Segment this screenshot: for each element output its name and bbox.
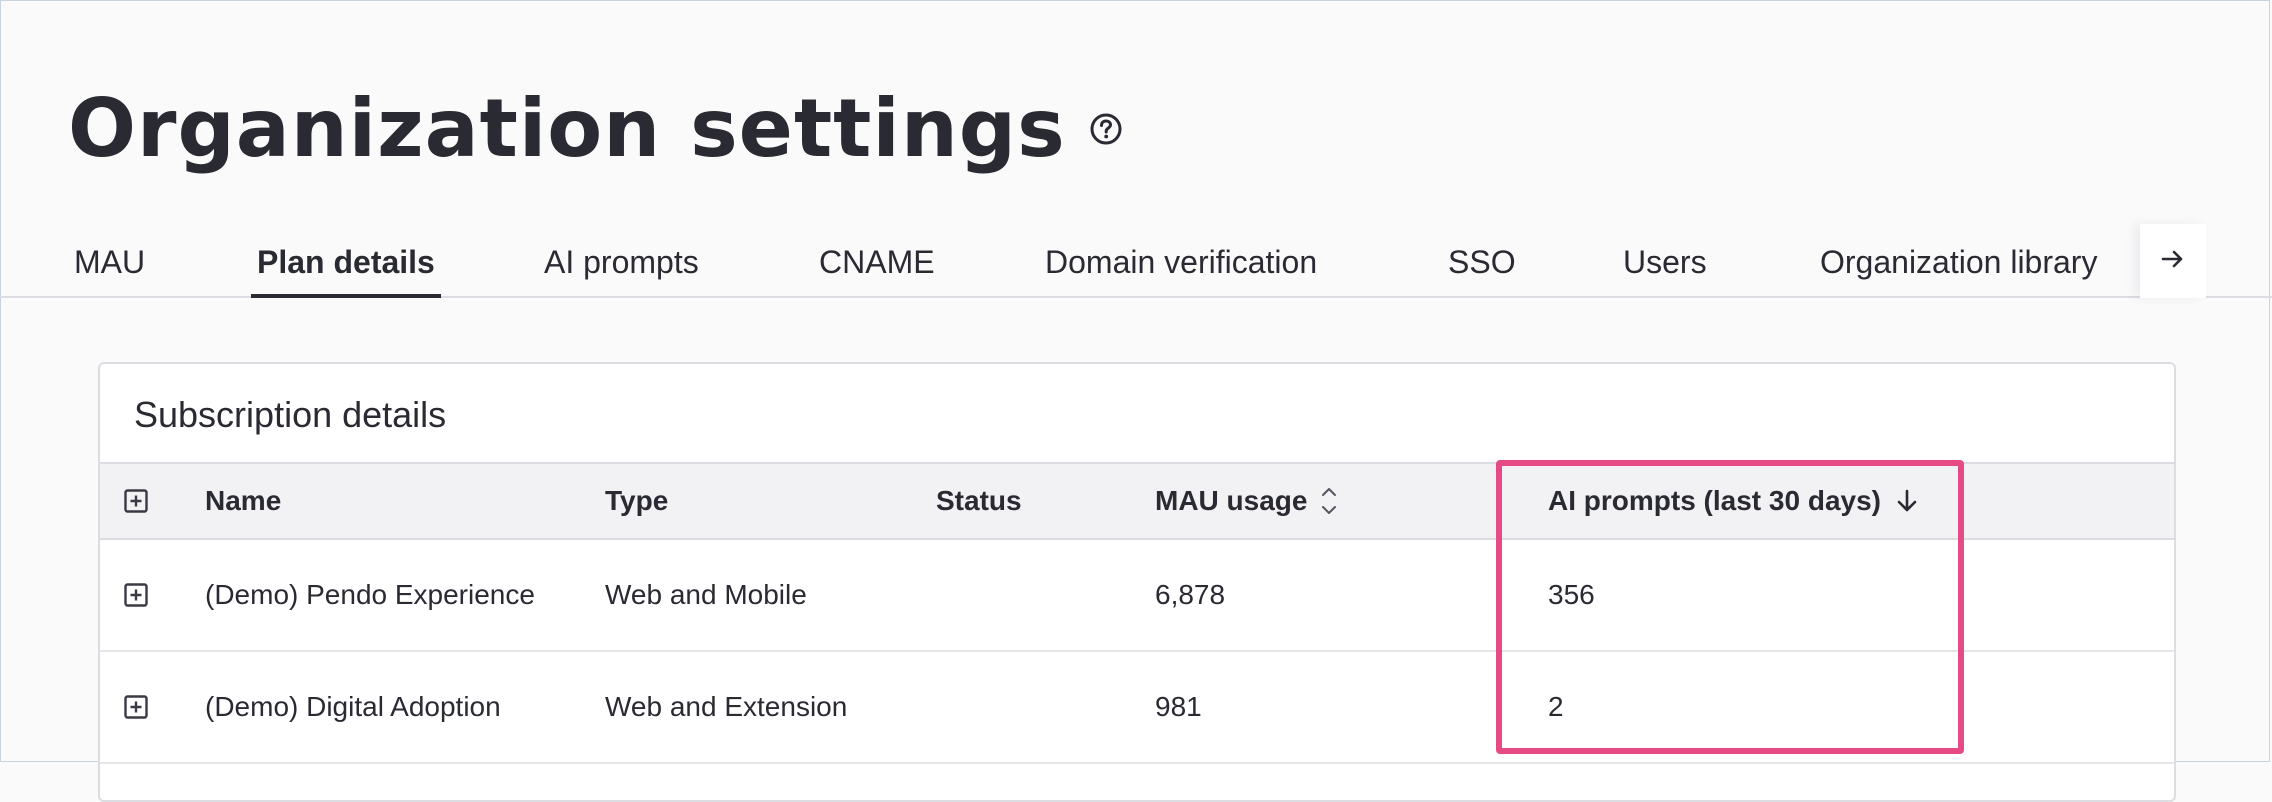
column-header-type[interactable]: Type xyxy=(605,464,668,538)
cell-type: Web and Mobile xyxy=(605,579,807,610)
cell-mau-usage: 6,878 xyxy=(1155,579,1226,610)
card-title: Subscription details xyxy=(134,394,447,435)
expand-row-icon[interactable] xyxy=(124,695,148,719)
question-circle-icon[interactable] xyxy=(1088,111,1124,147)
tab-cname[interactable]: CNAME xyxy=(813,230,941,298)
settings-tabs: MAU Plan details AI prompts CNAME Domain… xyxy=(0,230,2272,298)
expand-row-icon[interactable] xyxy=(124,583,148,607)
table-header: Name Type Status MAU usage AI prompts (l… xyxy=(100,462,2174,540)
cell-type: Web and Extension xyxy=(605,691,848,722)
tab-ai-prompts[interactable]: AI prompts xyxy=(538,230,705,298)
cell-mau-usage: 981 xyxy=(1155,691,1202,722)
tab-users[interactable]: Users xyxy=(1617,230,1713,298)
column-header-ai-prompts-label: AI prompts (last 30 days) xyxy=(1548,485,1881,516)
cell-ai-prompts: 356 xyxy=(1548,579,1595,610)
cell-name: (Demo) Pendo Experience xyxy=(205,579,535,610)
column-header-status[interactable]: Status xyxy=(936,464,1022,538)
tab-sso[interactable]: SSO xyxy=(1442,230,1522,298)
table-row[interactable]: (Demo) Digital Adoption Web and Extensio… xyxy=(100,652,2174,764)
tab-mau[interactable]: MAU xyxy=(68,230,151,298)
tabs-scroll-right-button[interactable] xyxy=(2140,224,2206,298)
column-header-ai-prompts[interactable]: AI prompts (last 30 days) xyxy=(1548,464,1919,538)
table-row[interactable]: (Demo) Pendo Experience Web and Mobile 6… xyxy=(100,540,2174,652)
page-header: Organization settings xyxy=(68,82,1124,175)
cell-ai-prompts: 2 xyxy=(1548,691,1564,722)
arrow-right-icon xyxy=(2160,246,2186,277)
column-header-name[interactable]: Name xyxy=(205,464,281,538)
cell-name: (Demo) Digital Adoption xyxy=(205,691,501,722)
column-header-mau-usage[interactable]: MAU usage xyxy=(1155,464,1337,538)
tab-domain-verification[interactable]: Domain verification xyxy=(1039,230,1323,298)
tab-plan-details[interactable]: Plan details xyxy=(251,230,441,298)
sort-descending-icon[interactable] xyxy=(1895,488,1919,514)
column-header-mau-usage-label: MAU usage xyxy=(1155,485,1308,516)
subscription-details-card: Subscription details Name Type Status MA… xyxy=(98,362,2176,802)
tab-organization-library[interactable]: Organization library xyxy=(1814,230,2103,298)
expand-all-icon[interactable] xyxy=(124,489,148,513)
page-title: Organization settings xyxy=(68,82,1066,175)
sort-unsorted-icon[interactable] xyxy=(1321,483,1337,519)
